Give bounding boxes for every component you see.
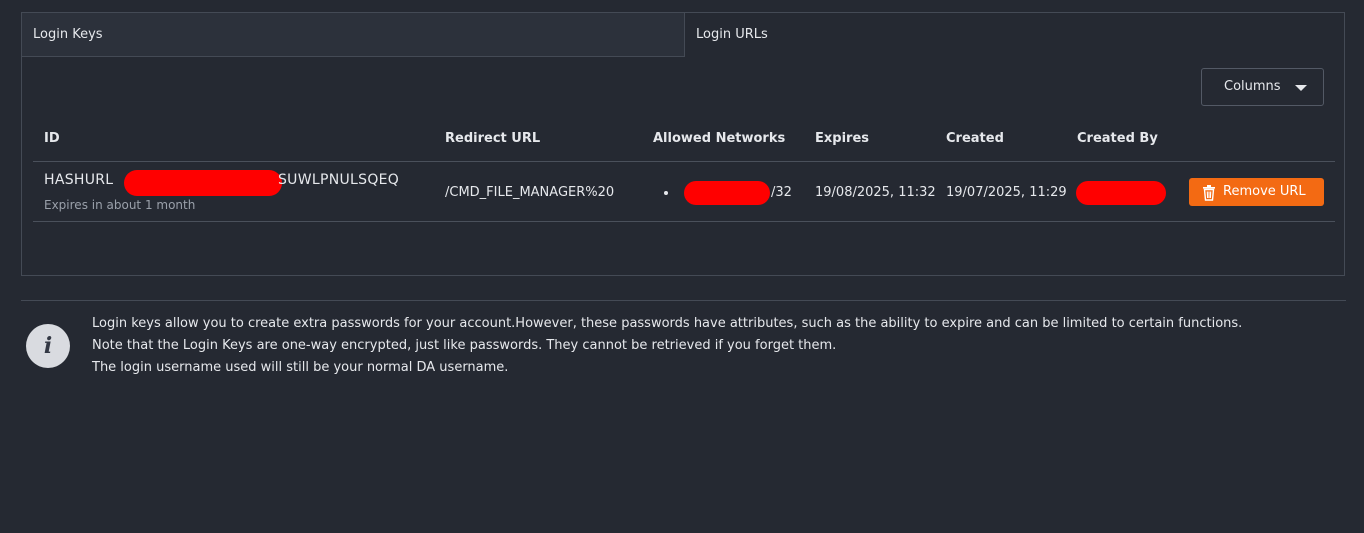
info-icon: i (26, 324, 70, 368)
redacted-id-segment (124, 170, 282, 196)
column-header-expires[interactable]: Expires (815, 131, 869, 146)
column-header-created-by[interactable]: Created By (1077, 131, 1158, 146)
column-header-allowed-networks[interactable]: Allowed Networks (653, 131, 785, 146)
remove-url-label: Remove URL (1223, 184, 1306, 199)
redirect-url: /CMD_FILE_MANAGER%20 (445, 185, 615, 200)
network-bullet (664, 191, 668, 195)
remove-url-button[interactable]: Remove URL (1189, 178, 1324, 206)
info-text-line-3: The login username used will still be yo… (92, 360, 509, 375)
column-header-id[interactable]: ID (44, 131, 60, 146)
login-urls-panel: Login Keys Login URLs Columns ID Redirec… (21, 12, 1345, 276)
expires-date: 19/08/2025, 11:32 (815, 185, 936, 200)
tab-bar: Login Keys Login URLs (22, 13, 1344, 57)
column-header-redirect-url[interactable]: Redirect URL (445, 131, 540, 146)
section-divider (21, 300, 1346, 301)
tab-login-keys[interactable]: Login Keys (22, 13, 685, 57)
columns-button[interactable]: Columns (1201, 68, 1324, 106)
row-divider (33, 221, 1335, 222)
id-suffix: SUWLPNULSQEQ (278, 172, 400, 188)
chevron-down-icon (1295, 85, 1307, 91)
expiry-note: Expires in about 1 month (44, 198, 196, 212)
id-prefix: HASHURL (44, 172, 114, 188)
trash-icon (1202, 184, 1216, 212)
columns-button-label: Columns (1224, 79, 1281, 94)
info-text-line-2: Note that the Login Keys are one-way enc… (92, 338, 837, 353)
column-header-created[interactable]: Created (946, 131, 1004, 146)
created-date: 19/07/2025, 11:29 (946, 185, 1067, 200)
info-text-line-1: Login keys allow you to create extra pas… (92, 316, 1243, 331)
header-divider (33, 161, 1335, 162)
redacted-network (684, 181, 770, 205)
tab-login-urls[interactable]: Login URLs (685, 13, 1344, 57)
redacted-created-by (1076, 181, 1166, 205)
network-suffix: /32 (771, 185, 792, 200)
